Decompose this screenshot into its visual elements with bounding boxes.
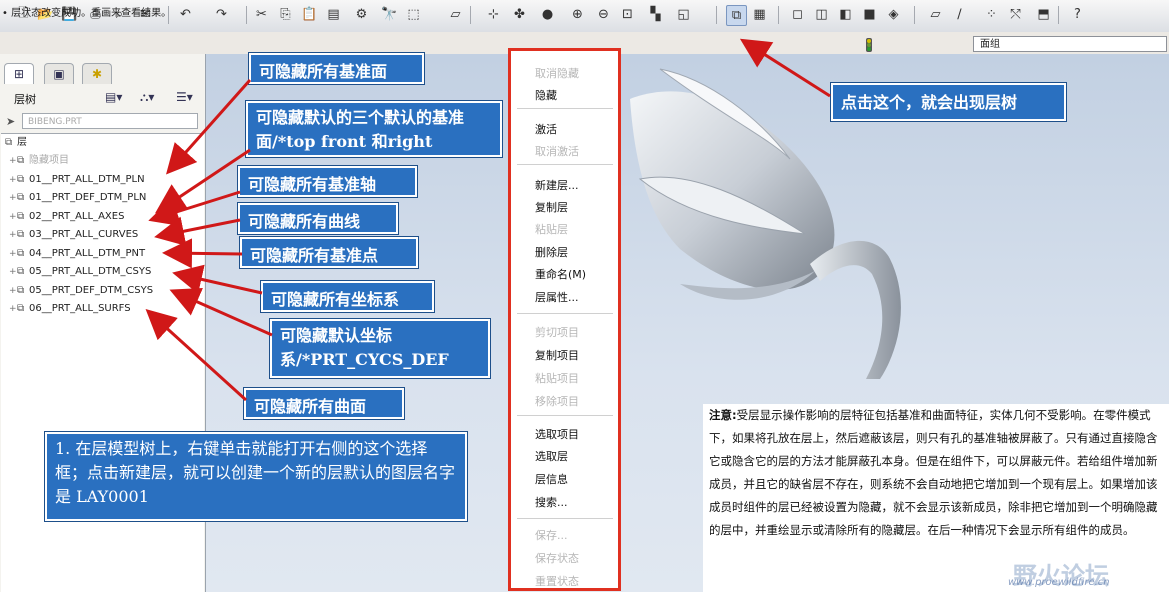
note-title: 注意: bbox=[709, 408, 737, 422]
arrow-to-def-csys bbox=[169, 288, 273, 337]
arrow-to-csys bbox=[172, 264, 263, 295]
arrow-to-layer-button bbox=[739, 38, 831, 98]
arrow-to-dtm-pnt bbox=[162, 238, 243, 269]
watermark-url: www.proewildfire.cn bbox=[1008, 577, 1110, 588]
note-text: 受层显示操作影响的层特征包括基准和曲面特征，实体几何不受影响。在零件模式下，如果… bbox=[709, 408, 1158, 537]
arrow-to-surfs bbox=[145, 308, 248, 402]
arrow-to-curves bbox=[154, 216, 241, 247]
arrow-to-def-dtm-pln bbox=[155, 148, 251, 214]
